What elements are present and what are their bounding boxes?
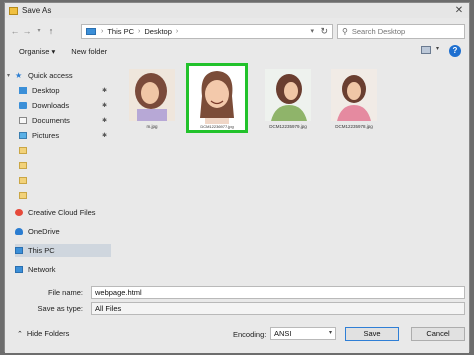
file-name-field[interactable]: webpage.html — [91, 286, 465, 299]
sidebar-item-pictures[interactable]: Pictures ✱ — [15, 129, 111, 142]
refresh-icon[interactable]: ↻ — [320, 26, 328, 37]
new-folder-button[interactable]: New folder — [71, 47, 107, 56]
up-arrow-icon[interactable]: ↑ — [45, 25, 57, 37]
recent-dropdown-icon[interactable]: ▾ — [33, 25, 45, 37]
download-icon — [19, 102, 27, 109]
close-icon[interactable]: ✕ — [453, 5, 465, 16]
cancel-button[interactable]: Cancel — [411, 327, 465, 341]
search-icon: ⚲ — [342, 27, 348, 36]
desktop-icon — [19, 87, 27, 94]
file-name-label: File name: — [47, 288, 83, 297]
file-name: m.jpg — [146, 124, 158, 129]
view-dropdown-icon[interactable]: ▾ — [436, 45, 439, 52]
hide-folders-label: Hide Folders — [26, 329, 70, 338]
file-name: DCM12236977.jpg — [200, 124, 233, 129]
cloud-icon — [15, 228, 23, 235]
sidebar-item-this-pc[interactable]: This PC — [15, 244, 111, 257]
file-name: DCM12235979.jpg — [269, 124, 307, 129]
save-form: File name: webpage.html Save as type: Al… — [5, 285, 469, 353]
save-as-type-label: Save as type: — [37, 304, 83, 313]
pin-icon: ✱ — [101, 88, 107, 94]
sidebar-item-network[interactable]: Network — [15, 263, 111, 276]
computer-icon — [15, 247, 23, 254]
organise-button[interactable]: Organise ▾ — [19, 47, 55, 56]
sidebar-item-label: OneDrive — [28, 227, 60, 236]
file-item[interactable]: DCM12235978.jpg — [329, 69, 379, 129]
window-title: Save As — [22, 6, 52, 15]
selection-highlight: DCM12236977.jpg — [186, 63, 248, 133]
sidebar-item-label: Desktop — [32, 86, 60, 95]
pin-icon: ✱ — [101, 118, 107, 124]
navigation-bar: ← → ▾ ↑ › This PC › Desktop › ▾ ↻ ⚲ — [5, 21, 469, 41]
chevron-right-icon: › — [175, 28, 179, 35]
breadcrumb-desktop[interactable]: Desktop — [144, 27, 172, 36]
forward-arrow-icon[interactable]: → — [21, 25, 33, 37]
pin-icon: ✱ — [101, 133, 107, 139]
save-button[interactable]: Save — [345, 327, 399, 341]
encoding-select[interactable]: ANSI ▾ — [270, 327, 336, 340]
sidebar-item-label: Documents — [32, 116, 70, 125]
address-bar[interactable]: › This PC › Desktop › ▾ ↻ — [81, 24, 333, 39]
sidebar-item-quick-access[interactable]: ▾ ★ Quick access — [7, 69, 111, 82]
file-name: DCM12235978.jpg — [335, 124, 373, 129]
file-list: m.jpg DCM12236977.jpg DCM — [123, 63, 465, 285]
image-thumbnail — [265, 69, 311, 121]
save-as-dialog: Save As ✕ ← → ▾ ↑ › This PC › Desktop › … — [4, 2, 470, 353]
search-input[interactable] — [351, 27, 452, 36]
creative-cloud-icon — [15, 209, 23, 216]
sidebar-item-documents[interactable]: Documents ✱ — [15, 114, 111, 127]
navigation-pane: ▾ ★ Quick access Desktop ✱ Downloads ✱ D… — [7, 63, 115, 285]
file-item[interactable]: DCM12235979.jpg — [263, 69, 313, 129]
chevron-right-icon: › — [101, 28, 104, 35]
sidebar-item-label: This PC — [28, 246, 55, 255]
sidebar-item-folder[interactable] — [15, 144, 111, 157]
network-icon — [15, 266, 23, 273]
star-icon: ★ — [15, 71, 23, 80]
title-bar: Save As ✕ — [5, 3, 469, 18]
window-icon — [9, 6, 18, 15]
folder-icon — [19, 177, 27, 184]
back-arrow-icon[interactable]: ← — [9, 25, 21, 37]
sidebar-item-downloads[interactable]: Downloads ✱ — [15, 99, 111, 112]
expand-icon[interactable]: ▾ — [7, 72, 10, 79]
view-options-icon[interactable] — [421, 46, 431, 54]
chevron-right-icon: › — [138, 28, 141, 35]
breadcrumb-this-pc[interactable]: This PC — [107, 27, 134, 36]
pin-icon: ✱ — [101, 103, 107, 109]
sidebar-item-folder[interactable] — [15, 189, 111, 202]
sidebar-item-label: Network — [28, 265, 56, 274]
sidebar-item-label: Creative Cloud Files — [28, 208, 96, 217]
encoding-label: Encoding: — [233, 330, 267, 339]
encoding-value: ANSI — [274, 329, 292, 338]
sidebar-item-folder[interactable] — [15, 159, 111, 172]
sidebar-item-desktop[interactable]: Desktop ✱ — [15, 84, 111, 97]
save-as-type-select[interactable]: All Files — [91, 302, 465, 315]
sidebar-item-onedrive[interactable]: OneDrive — [15, 225, 111, 238]
sidebar-item-folder[interactable] — [15, 174, 111, 187]
this-pc-icon — [86, 28, 96, 35]
chevron-up-icon: ⌃ — [17, 330, 23, 338]
search-box[interactable]: ⚲ — [337, 24, 465, 39]
image-thumbnail — [129, 69, 175, 121]
command-bar: Organise ▾ New folder ▾ ? — [5, 43, 469, 59]
document-icon — [19, 117, 27, 124]
hide-folders-button[interactable]: ⌃ Hide Folders — [17, 329, 69, 338]
folder-icon — [19, 162, 27, 169]
sidebar-item-label: Pictures — [32, 131, 60, 140]
help-icon[interactable]: ? — [449, 45, 461, 57]
sidebar-item-label: Quick access — [28, 71, 73, 80]
file-item[interactable]: m.jpg — [127, 69, 177, 129]
chevron-down-icon: ▾ — [328, 330, 332, 336]
pictures-icon — [19, 132, 27, 139]
sidebar-item-creative-cloud[interactable]: Creative Cloud Files — [15, 206, 111, 219]
image-thumbnail — [331, 69, 377, 121]
address-dropdown-icon[interactable]: ▾ — [310, 27, 314, 35]
folder-icon — [19, 147, 27, 154]
folder-icon — [19, 192, 27, 199]
sidebar-item-label: Downloads — [32, 101, 70, 110]
